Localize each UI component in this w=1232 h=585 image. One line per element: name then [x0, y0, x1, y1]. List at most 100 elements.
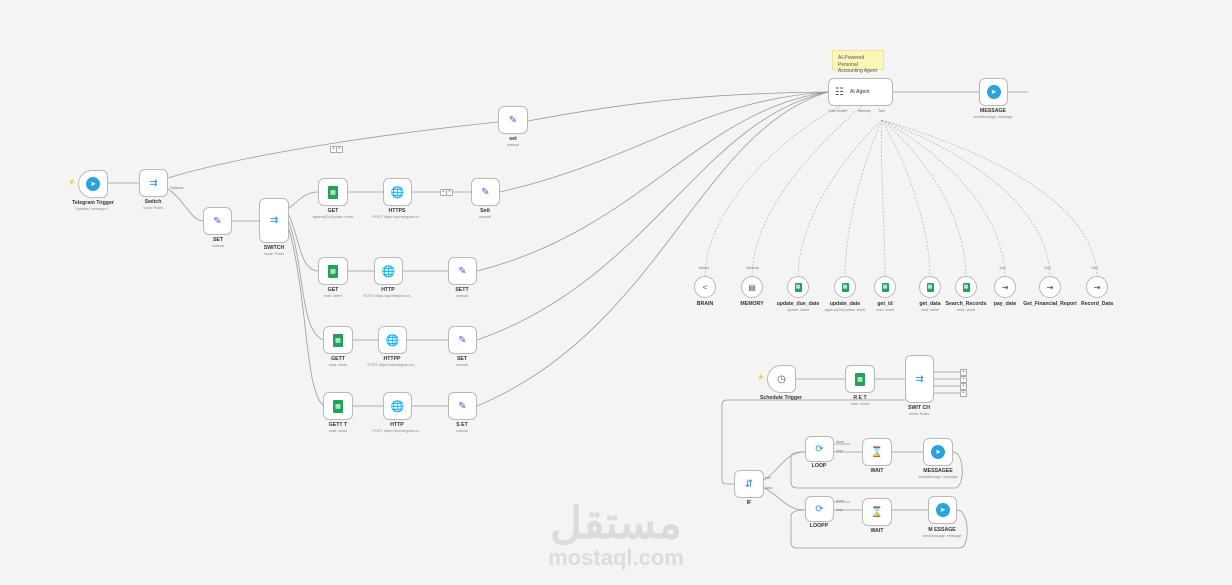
google-sheets-icon: ▦ [926, 282, 934, 292]
google-sheets-icon: ▦ [333, 333, 343, 347]
subnode-5[interactable]: ▦ [919, 276, 941, 298]
node-label: S ET [456, 422, 468, 428]
subnode-sub: append(Or)Update: sheet [824, 308, 866, 312]
node-label: GETT [331, 356, 345, 362]
loop-icon: ⟳ [815, 443, 824, 455]
watermark-arabic: مستقل [550, 499, 682, 548]
switch-node[interactable]: ⇉ [139, 169, 168, 197]
google-sheets-node[interactable]: ▦ [323, 326, 353, 354]
node-label: SETT [455, 287, 469, 293]
connection [288, 214, 319, 272]
node-label: set [509, 136, 517, 142]
connection [476, 91, 829, 407]
http-node[interactable]: 🌐 [374, 257, 403, 285]
clock-icon: ◷ [777, 373, 786, 385]
node-sub: manual [479, 215, 491, 219]
node-label: Schedule Trigger [759, 395, 803, 401]
connection [167, 188, 204, 222]
node-sub: mode: Rules [142, 206, 164, 210]
wait-node[interactable]: ⌛ [862, 438, 892, 466]
node-sub: read: sheet [329, 429, 347, 433]
output-label: loop [836, 508, 843, 512]
switch-node[interactable]: ⇉ [259, 198, 289, 243]
node-label: M ESSAGE [928, 527, 956, 533]
add-node-icon[interactable]: + [960, 369, 967, 376]
node-sub: sendMessage: message [918, 475, 958, 479]
add-node-icon[interactable]: + [960, 390, 967, 397]
pencil-icon: ✎ [458, 400, 467, 412]
loop-node[interactable]: ⟳ [805, 436, 834, 462]
globe-icon: 🌐 [390, 186, 405, 199]
subnode-3[interactable]: ▦ [834, 276, 856, 298]
output-label: done [836, 440, 844, 444]
telegram-icon: ➤ [935, 503, 950, 517]
wait-node[interactable]: ⌛ [862, 498, 892, 526]
memory-port-label: Memory [858, 109, 871, 113]
subnode-4[interactable]: ▦ [874, 276, 896, 298]
node-label: HTTP [390, 422, 404, 428]
google-sheets-icon: ▦ [794, 282, 802, 292]
node-label: MESSAGE [980, 108, 1006, 114]
delete-connection-icon[interactable]: × [336, 146, 343, 153]
delete-connection-icon[interactable]: × [446, 189, 453, 196]
subnode-label: BRAIN [696, 301, 714, 307]
connection [881, 119, 1098, 279]
google-sheets-node[interactable]: ▦ [318, 257, 348, 285]
telegram-node[interactable]: ➤ [923, 438, 953, 466]
node-sub: POST: https://api.telegram.or... [367, 363, 417, 367]
add-node-icon[interactable]: + [960, 383, 967, 390]
node-label: Switch [144, 199, 162, 205]
connection [881, 119, 1006, 279]
node-sub: manual [507, 143, 519, 147]
subnode-0[interactable]: < [694, 276, 716, 298]
connection [844, 119, 883, 279]
if-node[interactable]: ⇵ [734, 470, 764, 498]
switch-node[interactable]: ⇉ [905, 355, 934, 403]
http-node[interactable]: 🌐 [383, 178, 412, 206]
connection [288, 228, 324, 406]
pencil-icon: ✎ [458, 334, 467, 346]
telegram-node[interactable]: ➤ [928, 496, 957, 524]
chat-model-port-label: Chat Model* [828, 109, 848, 113]
telegram-icon: ➤ [86, 177, 100, 191]
set-node[interactable]: ✎ [498, 106, 528, 134]
telegram-node[interactable]: ➤ [979, 78, 1008, 106]
set-node[interactable]: ✎ [203, 207, 232, 235]
subnode-1[interactable]: ▤ [741, 276, 763, 298]
subnode-8[interactable]: ⇥ [1039, 276, 1061, 298]
workflow-tool-icon: ⇥ [1093, 282, 1101, 292]
set-node[interactable]: ✎ [448, 392, 477, 420]
ai-agent-node[interactable]: ☷ AI Agent [828, 78, 893, 106]
node-sub: POST: https://api.telegram.or... [363, 294, 413, 298]
set-node[interactable]: ✎ [448, 257, 477, 285]
loop-node[interactable]: ⟳ [805, 496, 834, 522]
sticky-note[interactable]: AI-Powered Personal Accounting Agent [832, 50, 884, 74]
add-node-icon[interactable]: + [960, 376, 967, 383]
telegram-trigger-node[interactable]: ➤ [78, 170, 108, 198]
subnode-2[interactable]: ▦ [787, 276, 809, 298]
loop-icon: ⟳ [815, 503, 824, 515]
set-node[interactable]: ✎ [448, 326, 477, 354]
http-node[interactable]: 🌐 [383, 392, 412, 420]
pencil-icon: ✎ [213, 215, 222, 227]
set-node[interactable]: ✎ [471, 178, 500, 206]
subnode-6[interactable]: ▦ [955, 276, 977, 298]
node-sub: Updates: message,f... [75, 207, 111, 211]
subnode-9[interactable]: ⇥ [1086, 276, 1108, 298]
if-icon: ⇵ [744, 478, 754, 490]
subnode-label: MEMORY [740, 301, 764, 307]
google-sheets-node[interactable]: ▦ [845, 365, 875, 393]
switch-icon: ⇉ [149, 177, 158, 189]
google-sheets-node[interactable]: ▦ [318, 178, 348, 206]
google-sheets-node[interactable]: ▦ [323, 392, 353, 420]
node-sub: sendMessage: message [922, 534, 962, 538]
node-label: LOOPP [809, 523, 829, 529]
subnode-7[interactable]: ⇥ [994, 276, 1016, 298]
node-sub: read: sheet [324, 294, 342, 298]
node-label: GET [327, 287, 339, 293]
node-label: HTTPS [388, 208, 406, 214]
subnode-port-label: Model [699, 266, 709, 270]
schedule-trigger-node[interactable]: ◷ [767, 365, 796, 393]
http-node[interactable]: 🌐 [378, 326, 407, 354]
connection [751, 105, 863, 279]
